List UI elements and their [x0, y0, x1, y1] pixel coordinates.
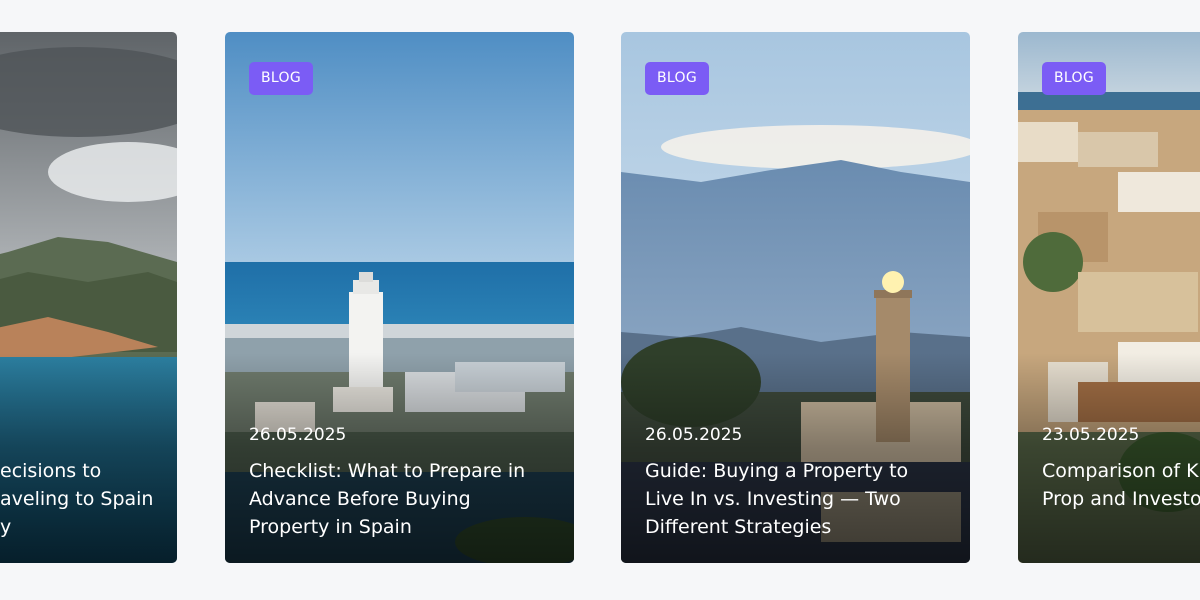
card-title[interactable]: Guide: Buying a Property to Live In vs. … — [645, 457, 945, 541]
blog-carousel: ecisions to aveling to Spain y BLOG 26.0… — [0, 0, 1200, 600]
blog-card[interactable]: ecisions to aveling to Spain y — [0, 32, 177, 563]
card-title[interactable]: Checklist: What to Prepare in Advance Be… — [249, 457, 549, 541]
blog-badge[interactable]: BLOG — [1042, 62, 1106, 95]
blog-card[interactable]: BLOG 26.05.2025 Checklist: What to Prepa… — [225, 32, 574, 563]
blog-badge[interactable]: BLOG — [249, 62, 313, 95]
blog-card[interactable]: BLOG 26.05.2025 Guide: Buying a Property… — [621, 32, 970, 563]
card-date: 23.05.2025 — [1042, 425, 1140, 445]
blog-badge[interactable]: BLOG — [645, 62, 709, 95]
card-title[interactable]: Comparison of K Regions for Prop and Inv… — [1042, 457, 1200, 513]
card-date: 26.05.2025 — [645, 425, 743, 445]
card-date: 26.05.2025 — [249, 425, 347, 445]
blog-card[interactable]: BLOG 23.05.2025 Comparison of K Regions … — [1018, 32, 1200, 563]
card-title[interactable]: ecisions to aveling to Spain y — [0, 457, 177, 541]
